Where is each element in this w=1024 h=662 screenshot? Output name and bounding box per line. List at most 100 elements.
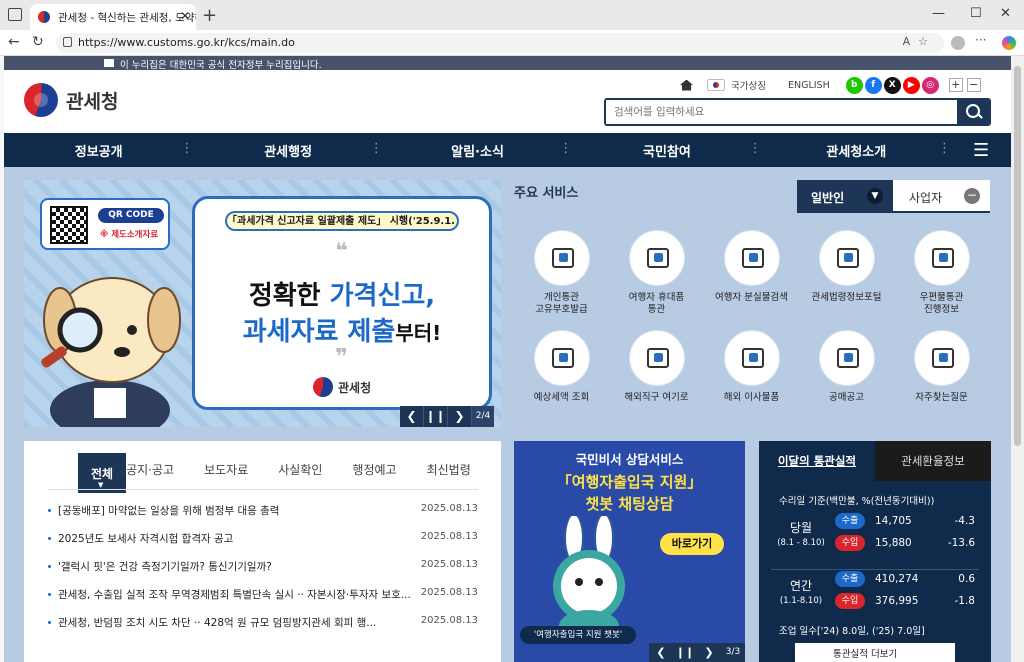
web-page: 이 누리집은 대한민국 공식 전자정부 누리집입니다. 관세청 국가상징 ENG… [4, 56, 1011, 662]
qr-sub: ※ 제도소개자료 [100, 230, 159, 240]
site-logo[interactable]: 관세청 [24, 83, 118, 117]
tab-actions-icon[interactable] [8, 8, 22, 21]
tab-monthly-stats[interactable]: 이달의 통관실적 [759, 441, 875, 481]
next-icon[interactable]: ❯ [448, 406, 472, 427]
prev-icon[interactable]: ❮ [649, 643, 673, 662]
zoom-in-button[interactable]: + [948, 78, 963, 92]
more-menu-icon[interactable]: ··· [975, 33, 989, 47]
mail-icon [104, 59, 114, 67]
facebook-icon[interactable]: f [864, 76, 882, 94]
chatbot-promo[interactable]: 국민비서 상담서비스 「여행자출입국 지원」 챗봇 채팅상담 바로가기 '여행자… [514, 441, 745, 662]
list-item[interactable]: [공동배포] 마약없는 일상을 위해 범정부 대응 총력 2025.08.13 [48, 503, 478, 531]
home-icon[interactable] [680, 79, 693, 91]
services-tabs: 일반인 ▼ 사업자 − [797, 180, 990, 213]
list-item[interactable]: 관세청, 반덤핑 조치 시도 차단 ·· 428억 원 규모 덤핑방지관세 회피… [48, 615, 478, 643]
box-icon [723, 330, 780, 386]
chevron-down-icon: ▼ [867, 188, 883, 204]
nav-participation[interactable]: 국민참여 [572, 141, 762, 160]
read-aloud-favorite-icons[interactable]: A☆ [903, 35, 936, 48]
close-window-icon[interactable]: ✕ [1000, 6, 1011, 21]
megaphone-icon [818, 330, 875, 386]
english-link[interactable]: ENGLISH [788, 80, 830, 91]
minus-icon: − [964, 188, 980, 204]
service-item[interactable]: 우편물통관 진행정보 [894, 230, 989, 316]
service-item[interactable]: 공매공고 [799, 330, 894, 404]
tab-exchange-rate[interactable]: 관세환율정보 [875, 441, 991, 481]
gov-notice-text: 이 누리집은 대한민국 공식 전자정부 누리집입니다. [120, 60, 322, 71]
address-bar: ← ↻ https://www.customs.go.kr/kcs/main.d… [0, 30, 1024, 56]
tab-latest-laws[interactable]: 최신법령 [427, 461, 471, 478]
youtube-icon[interactable]: ▶ [902, 76, 920, 94]
refresh-icon[interactable]: ↻ [32, 34, 44, 50]
service-item[interactable]: 예상세액 조회 [514, 330, 609, 404]
tab-close-icon[interactable]: ✕ [180, 9, 190, 23]
banner-line1b: 가격신고, [329, 281, 436, 311]
stats-row: 수출 410,274 0.6 [835, 571, 985, 589]
service-item[interactable]: 자주찾는질문 [894, 330, 989, 404]
url-field[interactable]: https://www.customs.go.kr/kcs/main.do A☆ [56, 33, 944, 53]
tab-notice[interactable]: 공지·공고 [126, 461, 174, 478]
service-item[interactable]: 여행자 분실물검색 [704, 230, 799, 316]
service-item[interactable]: 관세법령정보포털 [799, 230, 894, 316]
operating-days: 조업 일수['24) 8.0일, ('25) 7.0일] [779, 626, 925, 637]
search-button[interactable] [957, 100, 989, 124]
nav-info-disclosure[interactable]: 정보공개 [4, 141, 194, 160]
promo-line2: 「여행자출입국 지원」 [556, 473, 703, 491]
x-icon[interactable]: X [883, 76, 901, 94]
shopping-cart-icon [628, 330, 685, 386]
menu-icon[interactable]: ☰ [951, 140, 1011, 161]
scrollbar-thumb[interactable] [1014, 66, 1021, 446]
banner-counter: 2/4 [472, 406, 494, 427]
month-label: 당월 (8.1 - 8.10) [777, 521, 825, 548]
pause-icon[interactable]: ❙❙ [424, 406, 448, 427]
browser-tab[interactable]: 관세청 - 혁신하는 관세청, 도약하 ✕ [30, 4, 196, 30]
nav-customs-admin[interactable]: 관세행정 [193, 141, 383, 160]
scrollbar[interactable] [1011, 56, 1024, 662]
back-icon[interactable]: ← [8, 34, 20, 50]
service-item[interactable]: 개인통관 고유부호발급 [514, 230, 609, 316]
tab-press[interactable]: 보도자료 [204, 461, 248, 478]
tab-all[interactable]: 전체 [78, 453, 127, 493]
banner-line2b: 부터! [395, 321, 442, 345]
korea-flag-icon [707, 79, 725, 91]
profile-icon[interactable] [951, 36, 965, 50]
faq-icon [913, 330, 970, 386]
service-label: 관세법령정보포털 [811, 292, 882, 303]
minimize-icon[interactable]: — [932, 6, 945, 21]
zoom-out-button[interactable]: − [966, 78, 981, 92]
main-banner[interactable]: QR CODE ※ 제도소개자료 「과세가격 신고자료 일괄제출 제도」 시행(… [24, 180, 501, 427]
new-tab-icon[interactable]: + [202, 5, 217, 26]
nav-news[interactable]: 알림·소식 [383, 141, 573, 160]
stats-more-button[interactable]: 통관실적 더보기 [795, 643, 955, 662]
maximize-icon[interactable]: ☐ [970, 6, 982, 21]
prev-icon[interactable]: ❮ [400, 406, 424, 427]
search-input[interactable] [606, 100, 956, 124]
copilot-icon[interactable] [1002, 36, 1016, 50]
main-navigation: 정보공개 관세행정 알림·소식 국민참여 관세청소개 ☰ [4, 133, 1011, 167]
tab-personal[interactable]: 일반인 ▼ [797, 180, 893, 211]
next-icon[interactable]: ❯ [697, 643, 721, 662]
go-button[interactable]: 바로가기 [660, 533, 724, 555]
utility-links: 국가상징 ENGLISH b f X ▶ ◎ + − [680, 76, 981, 94]
news-list: [공동배포] 마약없는 일상을 위해 범정부 대응 총력 2025.08.13 2… [48, 503, 478, 643]
promo-line3: 챗봇 채팅상담 [585, 495, 674, 513]
search-box [604, 98, 991, 126]
suitcase-icon [628, 230, 685, 286]
services-grid: 개인통관 고유부호발급 여행자 휴대품 통관 여행자 분실물검색 관세법령정보포털 … [514, 230, 991, 404]
blog-icon[interactable]: b [845, 76, 863, 94]
tab-admin-notice[interactable]: 행정예고 [352, 461, 396, 478]
nav-about[interactable]: 관세청소개 [762, 141, 951, 160]
calculator-icon [533, 330, 590, 386]
list-item[interactable]: 2025년도 보세사 자격시험 합격자 공고 2025.08.13 [48, 531, 478, 559]
instagram-icon[interactable]: ◎ [921, 76, 939, 94]
tab-business[interactable]: 사업자 − [893, 180, 990, 211]
list-item[interactable]: 관세청, 수출입 실적 조작 무역경제범죄 특별단속 실시 ·· 자본시장·투자… [48, 587, 478, 615]
qr-box[interactable]: QR CODE ※ 제도소개자료 [40, 198, 170, 250]
tab-fact-check[interactable]: 사실확인 [278, 461, 322, 478]
pause-icon[interactable]: ❙❙ [673, 643, 697, 662]
service-item[interactable]: 해외 이사물품 [704, 330, 799, 404]
service-item[interactable]: 해외직구 여기로 [609, 330, 704, 404]
service-item[interactable]: 여행자 휴대품 통관 [609, 230, 704, 316]
list-item[interactable]: '갤럭시 핏'은 건강 측정기기일까? 통신기기일까? 2025.08.13 [48, 559, 478, 587]
national-symbol-link[interactable]: 국가상징 [731, 78, 766, 92]
